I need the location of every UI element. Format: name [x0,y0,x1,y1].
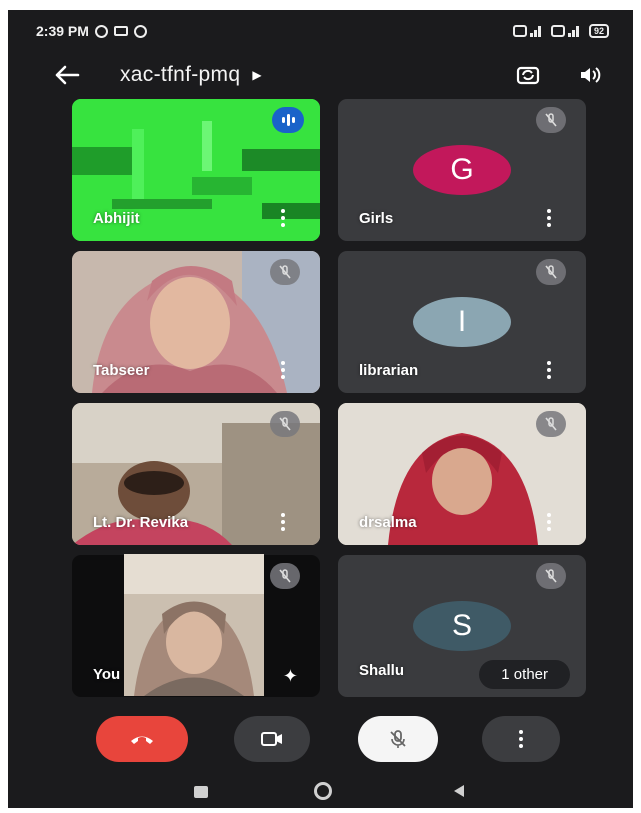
sparkle-effects-icon[interactable]: ✦ [283,666,298,687]
speaker-icon[interactable] [577,64,603,86]
system-nav-bar [8,780,633,808]
avatar: S [413,601,511,651]
status-time: 2:39 PM [36,23,89,39]
self-video-feed [124,554,264,696]
end-call-button[interactable] [96,716,188,762]
avatar-initial: I [457,305,467,338]
more-options-icon[interactable] [280,209,286,227]
back-arrow-icon[interactable] [52,64,82,86]
mic-off-icon [270,563,300,589]
battery-indicator: 92 [588,24,609,38]
avatar: I [413,297,511,347]
more-options-button[interactable] [482,716,560,762]
vpn-icon [133,24,147,38]
more-options-icon[interactable] [546,361,552,379]
camera-icon [261,732,282,746]
participant-name: Tabseer [93,362,150,379]
end-call-icon [131,736,153,744]
mic-off-icon [536,259,566,285]
app-bar: xac-tfnf-pmq ▶ [8,52,633,98]
more-options-icon[interactable] [280,513,286,531]
participant-tile[interactable]: I librarian [338,251,586,393]
avatar-initial: S [451,609,472,642]
status-bar: 2:39 PM 92 [8,10,633,52]
battery-level: 92 [593,26,604,36]
speaking-indicator-icon [272,107,304,133]
participant-name: Lt. Dr. Revika [93,514,189,531]
participant-name: Abhijit [93,210,140,227]
switch-camera-icon[interactable] [515,64,541,86]
participant-name: drsalma [359,514,417,531]
participant-tile[interactable]: S Shallu 1 other [338,555,586,697]
back-icon[interactable] [452,784,466,798]
mic-off-icon [390,730,406,748]
participant-tile[interactable]: Tabseer [72,251,320,393]
avatar: G [413,145,511,195]
participant-tile[interactable]: Lt. Dr. Revika [72,403,320,545]
home-icon[interactable] [314,782,332,800]
participant-name: Girls [359,210,394,227]
dropdown-caret-icon[interactable]: ▶ [252,68,261,82]
more-options-icon [519,730,523,748]
cast-icon [113,26,128,36]
participant-tile[interactable]: Abhijit [72,99,320,241]
sim1-signal-icon [512,25,541,37]
more-options-icon[interactable] [280,361,286,379]
sim2-signal-icon [550,25,579,37]
others-chip[interactable]: 1 other [479,660,570,689]
avatar-initial: G [450,153,474,186]
participant-tile[interactable]: G Girls [338,99,586,241]
participant-name: You [93,666,121,683]
recents-icon[interactable] [194,786,208,798]
meeting-code[interactable]: xac-tfnf-pmq [120,63,240,87]
more-options-icon[interactable] [546,209,552,227]
mic-off-icon [536,411,566,437]
whatsapp-icon [94,24,108,38]
participant-name: Shallu [359,662,405,679]
meet-call-screen: 2:39 PM 92 xac-tfnf-pmq ▶ Abhijit G Girl… [8,10,633,808]
call-controls [8,712,633,772]
participant-tile[interactable]: drsalma [338,403,586,545]
participant-name: librarian [359,362,419,379]
more-options-icon[interactable] [546,513,552,531]
mic-off-icon [536,107,566,133]
microphone-button[interactable] [358,716,438,762]
mic-off-icon [536,563,566,589]
camera-button[interactable] [234,716,310,762]
mic-off-icon [270,259,300,285]
mic-off-icon [270,411,300,437]
